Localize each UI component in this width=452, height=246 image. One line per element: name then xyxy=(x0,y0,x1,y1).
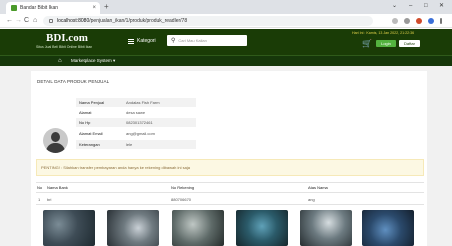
marketplace-menu[interactable]: Marketplace System ▾ xyxy=(71,58,115,64)
product-photo[interactable] xyxy=(107,210,159,246)
table-header-account: No Rekening xyxy=(171,185,195,190)
info-value: lele xyxy=(126,142,133,147)
home-icon[interactable]: ⌂ xyxy=(58,57,62,65)
minimize-button[interactable]: – xyxy=(409,2,412,11)
product-photo[interactable] xyxy=(43,210,95,246)
extension-icon[interactable] xyxy=(416,18,422,24)
new-tab-button[interactable]: + xyxy=(104,2,109,12)
table-cell: ang xyxy=(308,197,315,202)
product-photo[interactable] xyxy=(236,210,288,246)
browser-tab[interactable]: Bandar Bibit Ikan × xyxy=(6,2,100,14)
info-value: desa sawe xyxy=(126,110,146,115)
info-value: Andalas Fish Farm xyxy=(126,100,160,105)
forward-button[interactable]: → xyxy=(15,17,22,25)
seller-info-row: No Hp 082301372461 xyxy=(76,118,196,127)
reload-button[interactable]: C xyxy=(24,17,29,25)
home-button[interactable]: ⌂ xyxy=(33,17,37,25)
payment-notice: PENTING! : Silahkan transfer pembayaran … xyxy=(36,159,424,176)
table-cell: 880706670 xyxy=(171,197,192,202)
login-button[interactable]: Login xyxy=(376,40,396,47)
info-label: Alamat Email xyxy=(79,131,103,136)
category-menu-button[interactable]: Kategori xyxy=(128,38,156,44)
tab-search-icon[interactable]: ⌄ xyxy=(392,2,397,11)
info-label: No Hp xyxy=(79,120,91,125)
seller-info-row: Alamat Email ang@gmail.com xyxy=(76,129,196,138)
info-label: Nama Penjual xyxy=(79,100,105,105)
product-photo[interactable] xyxy=(300,210,352,246)
bookmark-star-icon[interactable] xyxy=(392,18,398,24)
seller-info-row: Nama Penjual Andalas Fish Farm xyxy=(76,98,196,107)
info-label: Keterangan xyxy=(79,142,100,147)
current-datetime: Hari Ini : Kamis, 13 Jan 2022, 21:22:36 xyxy=(352,31,415,35)
divider xyxy=(36,192,424,193)
info-value: ang@gmail.com xyxy=(126,131,155,136)
tab-close-icon[interactable]: × xyxy=(92,5,96,11)
site-logo[interactable]: BDI.com xyxy=(46,32,88,44)
browser-toolbar: ← → C ⌂ localhost:8080/penjualan_ikan/1/… xyxy=(0,14,452,28)
avatar-head-shape xyxy=(51,132,60,142)
profile-avatar-icon[interactable] xyxy=(428,18,434,24)
info-icon[interactable] xyxy=(49,19,53,23)
close-window-button[interactable]: ✕ xyxy=(439,2,444,11)
hamburger-icon xyxy=(128,38,134,44)
site-header: BDI.com Situs Jual Beli Bibit Online Bib… xyxy=(0,29,452,55)
register-button[interactable]: Daftar xyxy=(399,40,420,47)
sub-navigation: ⌂ Marketplace System ▾ xyxy=(0,55,452,66)
site-favicon-icon xyxy=(11,5,17,11)
table-cell: 1 xyxy=(38,197,41,202)
category-label: Kategori xyxy=(137,38,156,44)
address-bar[interactable]: localhost:8080/penjualan_ikan/1/produk/p… xyxy=(43,16,373,26)
search-icon: ⚲ xyxy=(171,38,176,44)
search-placeholder: Cari Mau Kalian xyxy=(178,38,207,43)
shopping-cart-icon[interactable]: 🛒 xyxy=(362,40,372,48)
seller-info-row: Keterangan lele xyxy=(76,140,196,149)
browser-tab-title: Bandar Bibit Ikan xyxy=(20,5,59,11)
notice-text: PENTING! : Silahkan transfer pembayaran … xyxy=(41,165,190,170)
divider xyxy=(36,182,424,183)
table-cell: bri xyxy=(47,197,52,202)
info-value: 082301372461 xyxy=(126,120,153,125)
url-text: localhost:8080/penjualan_ikan/1/produk/p… xyxy=(57,18,188,24)
extension-icon[interactable] xyxy=(404,18,410,24)
search-input[interactable]: ⚲ Cari Mau Kalian xyxy=(167,35,247,46)
browser-menu-icon[interactable] xyxy=(440,18,442,24)
table-header-owner: Atas Nama xyxy=(308,185,328,190)
seller-info-row: Alamat desa sawe xyxy=(76,108,196,117)
info-label: Alamat xyxy=(79,110,92,115)
divider xyxy=(36,204,424,205)
product-photo[interactable] xyxy=(362,210,414,246)
seller-avatar xyxy=(43,128,68,153)
product-photo[interactable] xyxy=(172,210,224,246)
table-header-bank: Nama Bank xyxy=(47,185,68,190)
browser-window: Bandar Bibit Ikan × + ⌄ – □ ✕ ← → C ⌂ lo… xyxy=(0,0,452,246)
table-header-no: No xyxy=(37,185,43,190)
back-button[interactable]: ← xyxy=(6,17,13,25)
section-title: DETAIL DATA PRODUK PENJUAL xyxy=(37,79,110,84)
avatar-body-shape xyxy=(46,143,65,153)
site-tagline: Situs Jual Beli Bibit Online Bibit Ikan xyxy=(36,45,93,49)
browser-tab-bar: Bandar Bibit Ikan × + ⌄ – □ ✕ xyxy=(0,0,452,14)
maximize-button[interactable]: □ xyxy=(424,2,428,11)
